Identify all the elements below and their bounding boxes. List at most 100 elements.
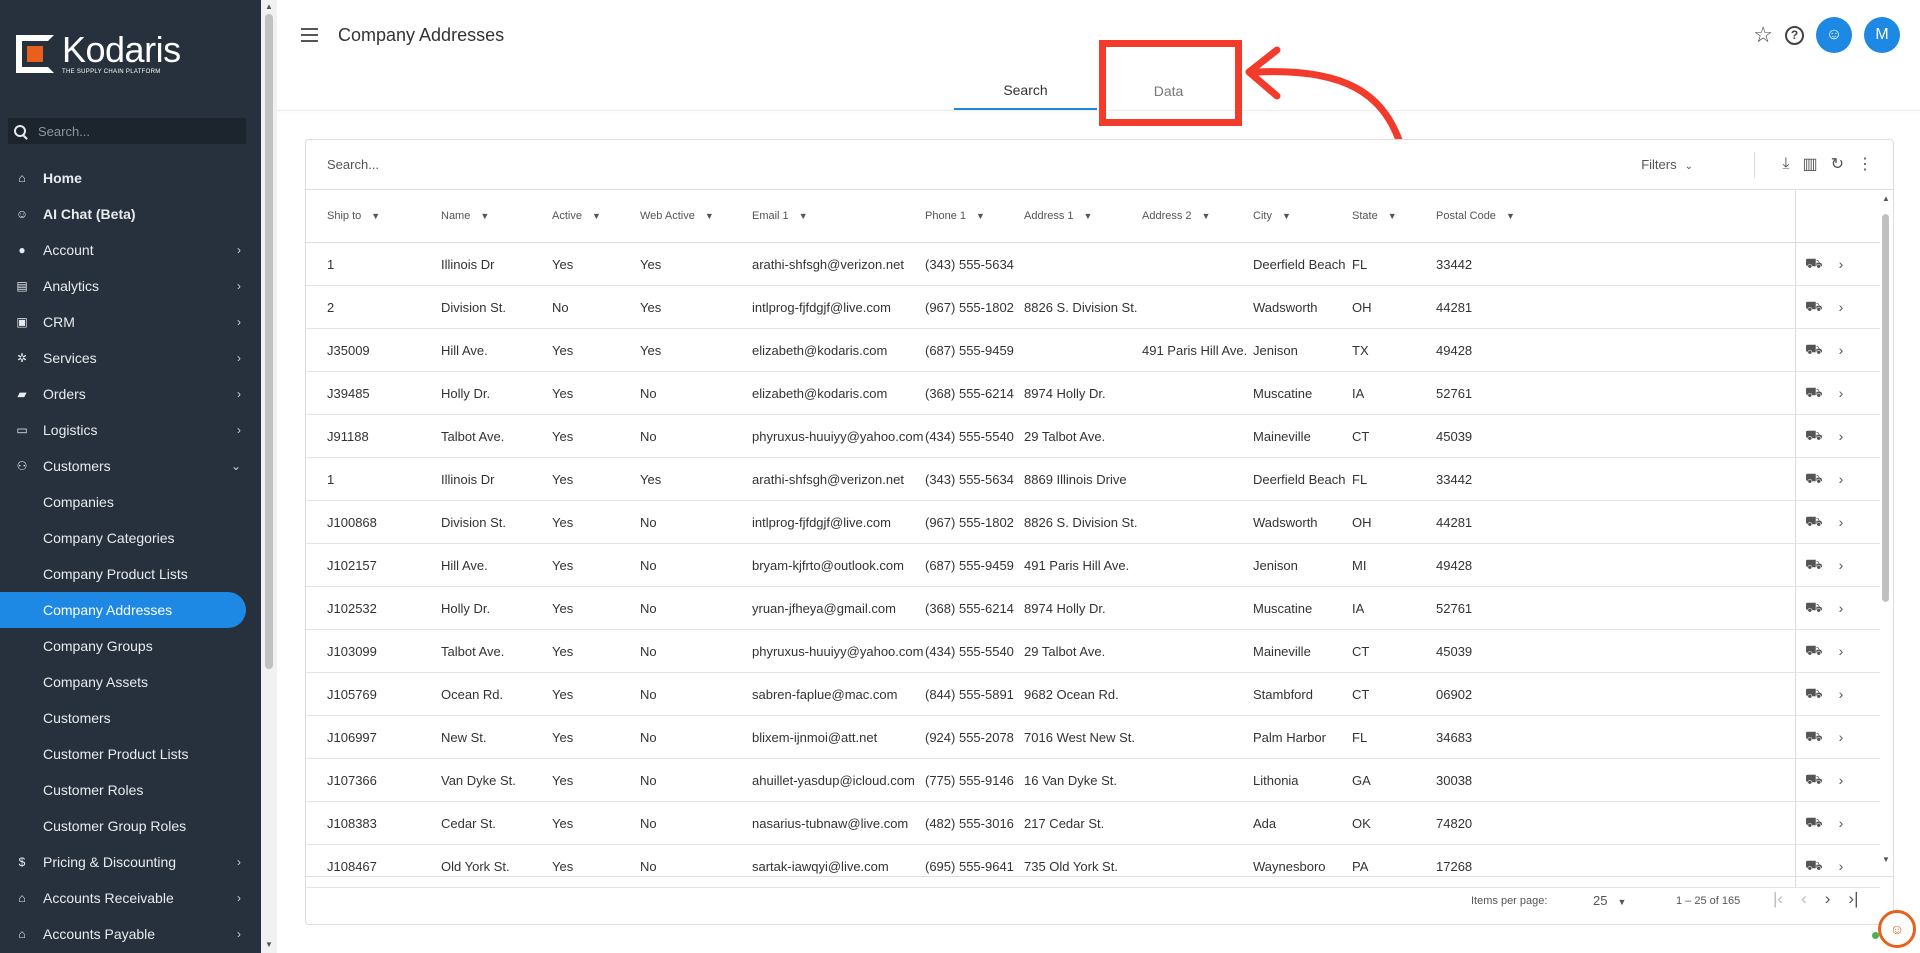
chevron-right-icon[interactable]: ›: [1839, 858, 1844, 874]
column-header-city[interactable]: City ▼: [1253, 210, 1291, 222]
table-row[interactable]: J39485 Holly Dr. Yes No elizabeth@kodaris.co…: [306, 372, 1880, 415]
chevron-right-icon[interactable]: ›: [1839, 299, 1844, 315]
sidebar-subitem-company-addresses[interactable]: Company Addresses: [0, 592, 246, 628]
sidebar-item-customers[interactable]: ⚇ Customers ⌄: [0, 448, 261, 484]
prev-page-icon[interactable]: ‹: [1801, 889, 1807, 909]
column-header-phone-1[interactable]: Phone 1 ▼: [925, 210, 985, 222]
next-page-icon[interactable]: ›: [1825, 889, 1831, 909]
table-row[interactable]: 1 Illinois Dr Yes Yes arathi-shfsgh@verizon.…: [306, 458, 1880, 501]
kodaris-logo[interactable]: Kodaris THE SUPPLY CHAIN PLATFORM: [16, 32, 181, 75]
shipping-truck-icon[interactable]: ⛟: [1805, 384, 1823, 403]
more-vert-icon[interactable]: ⋮: [1857, 154, 1873, 174]
sidebar-subitem-company-groups[interactable]: Company Groups: [0, 628, 261, 664]
table-row[interactable]: J35009 Hill Ave. Yes Yes elizabeth@kodaris.c…: [306, 329, 1880, 372]
shipping-truck-icon[interactable]: ⛟: [1805, 556, 1823, 575]
shipping-truck-icon[interactable]: ⛟: [1805, 728, 1823, 747]
tab-search[interactable]: Search: [954, 72, 1097, 110]
chevron-right-icon[interactable]: ›: [1839, 428, 1844, 444]
sidebar-search-input[interactable]: Search...: [8, 118, 246, 144]
robot-icon[interactable]: ☺: [1816, 17, 1852, 53]
page-size-select[interactable]: 25 ▼: [1593, 893, 1626, 908]
chevron-right-icon[interactable]: ›: [1839, 815, 1844, 831]
shipping-truck-icon[interactable]: ⛟: [1805, 685, 1823, 704]
menu-icon[interactable]: [301, 28, 318, 42]
sort-arrow-icon[interactable]: ▼: [1202, 211, 1211, 221]
sidebar-item-crm[interactable]: ▣ CRM ›: [0, 304, 261, 340]
table-row[interactable]: J100868 Division St. Yes No intlprog-fjfdgjf…: [306, 501, 1880, 544]
sort-arrow-icon[interactable]: ▼: [976, 211, 985, 221]
table-row[interactable]: 1 Illinois Dr Yes Yes arathi-shfsgh@verizon.…: [306, 243, 1880, 286]
table-row[interactable]: J107366 Van Dyke St. Yes No ahuillet-yasdup@…: [306, 759, 1880, 802]
shipping-truck-icon[interactable]: ⛟: [1805, 642, 1823, 661]
shipping-truck-icon[interactable]: ⛟: [1805, 298, 1823, 317]
sidebar-subitem-customer-roles[interactable]: Customer Roles: [0, 772, 261, 808]
scrollbar-thumb[interactable]: [1882, 214, 1889, 602]
sidebar-subitem-customer-group-roles[interactable]: Customer Group Roles: [0, 808, 261, 844]
table-row[interactable]: J102532 Holly Dr. Yes No yruan-jfheya@gmail.…: [306, 587, 1880, 630]
sidebar-item-logistics[interactable]: ▭ Logistics ›: [0, 412, 261, 448]
scroll-up-icon[interactable]: ▲: [1882, 194, 1890, 203]
sidebar-subitem-company-assets[interactable]: Company Assets: [0, 664, 261, 700]
shipping-truck-icon[interactable]: ⛟: [1805, 771, 1823, 790]
last-page-icon[interactable]: ›|: [1848, 889, 1858, 909]
shipping-truck-icon[interactable]: ⛟: [1805, 599, 1823, 618]
columns-icon[interactable]: ▥: [1802, 154, 1817, 174]
column-header-email-1[interactable]: Email 1 ▼: [752, 210, 808, 222]
column-header-state[interactable]: State ▼: [1352, 210, 1397, 222]
chevron-right-icon[interactable]: ›: [1839, 600, 1844, 616]
sidebar-subitem-customers[interactable]: Customers: [0, 700, 261, 736]
scrollbar-thumb[interactable]: [265, 14, 273, 669]
chevron-right-icon[interactable]: ›: [1839, 729, 1844, 745]
scroll-down-icon[interactable]: ▼: [265, 940, 273, 949]
chevron-right-icon[interactable]: ›: [1839, 514, 1844, 530]
column-header-address-2[interactable]: Address 2 ▼: [1142, 210, 1210, 222]
sidebar-item-home[interactable]: ⌂ Home: [0, 160, 261, 196]
sidebar-item-ai-chat[interactable]: ☺ AI Chat (Beta): [0, 196, 261, 232]
table-row[interactable]: J106997 New St. Yes No blixem-ijnmoi@att.net…: [306, 716, 1880, 759]
sidebar-subitem-customer-product-lists[interactable]: Customer Product Lists: [0, 736, 261, 772]
star-icon[interactable]: ☆: [1753, 22, 1773, 48]
table-row[interactable]: 2 Division St. No Yes intlprog-fjfdgjf@live.…: [306, 286, 1880, 329]
sidebar-item-services[interactable]: ✲ Services ›: [0, 340, 261, 376]
table-row[interactable]: J105769 Ocean Rd. Yes No sabren-faplue@mac.c…: [306, 673, 1880, 716]
filters-dropdown[interactable]: Filters ⌄: [1641, 157, 1693, 172]
sort-arrow-icon[interactable]: ▼: [1084, 211, 1093, 221]
shipping-truck-icon[interactable]: ⛟: [1805, 341, 1823, 360]
chevron-right-icon[interactable]: ›: [1839, 385, 1844, 401]
first-page-icon[interactable]: |‹: [1773, 889, 1783, 909]
shipping-truck-icon[interactable]: ⛟: [1805, 513, 1823, 532]
sidebar-scrollbar[interactable]: ▲ ▼: [261, 0, 277, 953]
download-icon[interactable]: ⤓: [1782, 155, 1789, 173]
shipping-truck-icon[interactable]: ⛟: [1805, 857, 1823, 876]
table-row[interactable]: J103099 Talbot Ave. Yes No phyruxus-huuiyy@y…: [306, 630, 1880, 673]
table-row[interactable]: J102157 Hill Ave. Yes No bryam-kjfrto@outloo…: [306, 544, 1880, 587]
scroll-up-icon[interactable]: ▲: [265, 2, 273, 11]
sort-arrow-icon[interactable]: ▼: [705, 211, 714, 221]
sidebar-item-accounts-payable[interactable]: ⌂ Accounts Payable ›: [0, 916, 261, 952]
chevron-right-icon[interactable]: ›: [1839, 772, 1844, 788]
shipping-truck-icon[interactable]: ⛟: [1805, 470, 1823, 489]
sort-arrow-icon[interactable]: ▼: [1282, 211, 1291, 221]
table-row[interactable]: J108383 Cedar St. Yes No nasarius-tubnaw@liv…: [306, 802, 1880, 845]
shipping-truck-icon[interactable]: ⛟: [1805, 255, 1823, 274]
sidebar-item-accounts-receivable[interactable]: ⌂ Accounts Receivable ›: [0, 880, 261, 916]
shipping-truck-icon[interactable]: ⛟: [1805, 427, 1823, 446]
chat-widget-button[interactable]: ☺: [1878, 910, 1916, 948]
column-header-postal-code[interactable]: Postal Code ▼: [1436, 210, 1515, 222]
sort-arrow-icon[interactable]: ▼: [592, 211, 601, 221]
chevron-right-icon[interactable]: ›: [1839, 686, 1844, 702]
refresh-icon[interactable]: ↻: [1831, 154, 1844, 174]
sidebar-item-account[interactable]: ● Account ›: [0, 232, 261, 268]
column-header-address-1[interactable]: Address 1 ▼: [1024, 210, 1092, 222]
column-header-active[interactable]: Active ▼: [552, 210, 601, 222]
chevron-right-icon[interactable]: ›: [1839, 557, 1844, 573]
sidebar-item-orders[interactable]: ▰ Orders ›: [0, 376, 261, 412]
table-scrollbar[interactable]: ▲ ▼: [1881, 192, 1891, 864]
table-row[interactable]: J91188 Talbot Ave. Yes No phyruxus-huuiyy@ya…: [306, 415, 1880, 458]
column-header-web-active[interactable]: Web Active ▼: [640, 210, 714, 222]
sidebar-subitem-companies[interactable]: Companies: [0, 484, 261, 520]
column-header-ship-to[interactable]: Ship to ▼: [327, 210, 380, 222]
sort-arrow-icon[interactable]: ▼: [1388, 211, 1397, 221]
help-icon[interactable]: ?: [1785, 25, 1804, 45]
sidebar-item-analytics[interactable]: ▤ Analytics ›: [0, 268, 261, 304]
